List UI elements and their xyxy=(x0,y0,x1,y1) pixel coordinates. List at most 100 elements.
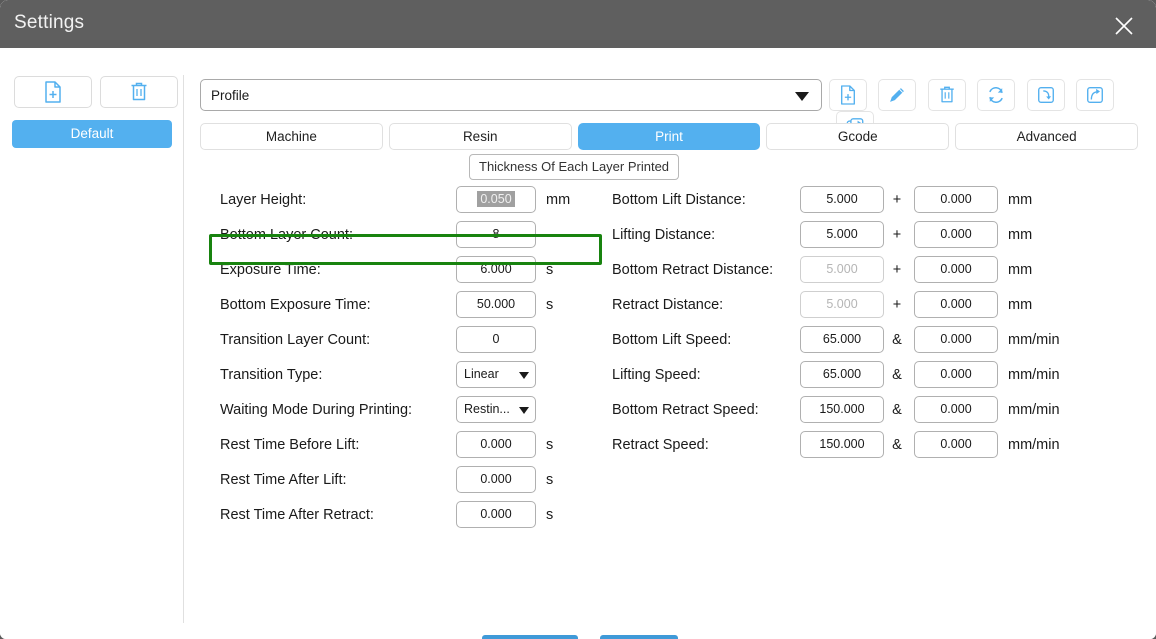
field-unit: mm xyxy=(546,192,571,208)
field-unit: mm/min xyxy=(1008,437,1060,453)
field-input-primary[interactable]: 65.000 xyxy=(800,361,884,388)
pencil-icon xyxy=(890,88,905,102)
settings-window: Settings Default Profile Machine Resin P… xyxy=(0,0,1156,639)
field-unit: mm/min xyxy=(1008,402,1060,418)
field-input-secondary[interactable]: 0.000 xyxy=(914,256,998,283)
delete-button[interactable] xyxy=(927,79,966,111)
field-input[interactable]: 6.000 xyxy=(456,256,536,283)
field-select-value: Restin... xyxy=(464,402,510,416)
field-input-primary: 5.000 xyxy=(800,256,884,283)
field-input[interactable]: 50.000 xyxy=(456,291,536,318)
field-select[interactable]: Restin... xyxy=(456,396,536,423)
refresh-button[interactable] xyxy=(977,79,1016,111)
export-button[interactable] xyxy=(1076,79,1115,111)
field-input-primary[interactable]: 65.000 xyxy=(800,326,884,353)
new-button[interactable] xyxy=(829,79,867,111)
form-row: Transition Layer Count: 0 xyxy=(204,326,604,361)
close-button[interactable] xyxy=(1102,4,1146,44)
field-label: Rest Time After Retract: xyxy=(220,507,374,523)
field-label: Retract Speed: xyxy=(612,437,709,453)
form-row: Layer Height: 0.050 mm xyxy=(204,186,604,221)
field-unit: mm xyxy=(1008,192,1033,208)
field-input-primary[interactable]: 5.000 xyxy=(800,186,884,213)
field-unit: mm xyxy=(1008,297,1033,313)
field-unit: s xyxy=(546,262,554,278)
field-label: Bottom Lift Speed: xyxy=(612,332,732,348)
field-label: Rest Time Before Lift: xyxy=(220,437,360,453)
field-input[interactable]: 0.000 xyxy=(456,466,536,493)
file-plus-icon xyxy=(45,81,61,103)
form-row: Bottom Retract Speed: 150.000 & 0.000 mm/min xyxy=(596,396,1156,431)
field-input-primary[interactable]: 150.000 xyxy=(800,431,884,458)
field-input-secondary[interactable]: 0.000 xyxy=(914,291,998,318)
import-button[interactable] xyxy=(1026,79,1065,111)
form-row: Bottom Lift Distance: 5.000 +0.000 mm xyxy=(596,186,1156,221)
form-row: Lifting Speed: 65.000 & 0.000 mm/min xyxy=(596,361,1156,396)
close-icon xyxy=(1115,17,1133,35)
chevron-down-icon xyxy=(795,92,809,101)
form-row: Bottom Retract Distance: 5.000 +0.000 mm xyxy=(596,256,1156,291)
tab-advanced[interactable]: Advanced xyxy=(955,123,1138,150)
form-row: Bottom Exposure Time: 50.000 s xyxy=(204,291,604,326)
field-input-secondary[interactable]: 0.000 xyxy=(914,186,998,213)
field-input-secondary[interactable]: 0.000 xyxy=(914,431,998,458)
field-input[interactable]: 0.000 xyxy=(456,431,536,458)
field-operator: + xyxy=(892,262,902,278)
field-operator: + xyxy=(892,227,902,243)
field-operator: + xyxy=(892,297,902,313)
form-row: Transition Type: Linear xyxy=(204,361,604,396)
field-label: Transition Layer Count: xyxy=(220,332,371,348)
bottom-action-bar xyxy=(0,635,1156,639)
form-row: Bottom Layer Count: 8 xyxy=(204,221,604,256)
field-unit: mm/min xyxy=(1008,332,1060,348)
field-input-primary[interactable]: 150.000 xyxy=(800,396,884,423)
field-input-secondary[interactable]: 0.000 xyxy=(914,326,998,353)
tab-gcode[interactable]: Gcode xyxy=(766,123,950,150)
tab-machine[interactable]: Machine xyxy=(200,123,383,150)
window-title: Settings xyxy=(14,12,85,33)
form-right-column: Bottom Lift Distance: 5.000 +0.000 mm Liftin… xyxy=(596,186,1156,466)
form-row: Waiting Mode During Printing: Restin... xyxy=(204,396,604,431)
delete-profile-button[interactable] xyxy=(100,76,179,108)
edit-button[interactable] xyxy=(878,79,917,111)
field-label: Lifting Speed: xyxy=(612,367,701,383)
tooltip: Thickness Of Each Layer Printed xyxy=(469,154,680,180)
field-input-secondary[interactable]: 0.000 xyxy=(914,221,998,248)
tab-print[interactable]: Print xyxy=(577,123,761,150)
form-row: Bottom Lift Speed: 65.000 & 0.000 mm/min xyxy=(596,326,1156,361)
export-arrow-icon xyxy=(1087,87,1104,103)
field-label: Lifting Distance: xyxy=(612,227,716,243)
field-input-primary[interactable]: 5.000 xyxy=(800,221,884,248)
trash-icon xyxy=(940,86,954,103)
field-unit: s xyxy=(546,507,554,523)
field-input-secondary[interactable]: 0.000 xyxy=(914,396,998,423)
field-operator: & xyxy=(892,332,902,348)
field-label: Bottom Layer Count: xyxy=(220,227,353,243)
profile-select[interactable]: Profile xyxy=(200,79,822,111)
field-input[interactable]: 0.050 xyxy=(456,186,536,213)
confirm-button-cutoff[interactable] xyxy=(482,635,578,639)
field-select-value: Linear xyxy=(464,367,499,381)
form-row: Rest Time After Lift: 0.000 s xyxy=(204,466,604,501)
settings-body: Default Profile Machine Resin Print Gcod… xyxy=(0,48,1156,639)
field-unit: s xyxy=(546,297,554,313)
cancel-button-cutoff[interactable] xyxy=(600,635,678,639)
field-label: Bottom Exposure Time: xyxy=(220,297,371,313)
field-unit: mm xyxy=(1008,262,1033,278)
field-select[interactable]: Linear xyxy=(456,361,536,388)
sidebar-button-row xyxy=(14,76,179,108)
field-operator: & xyxy=(892,402,902,418)
settings-main: Profile Machine Resin Print Gcode Advanc… xyxy=(184,48,1156,639)
field-input[interactable]: 8 xyxy=(456,221,536,248)
field-unit: mm xyxy=(1008,227,1033,243)
new-profile-button[interactable] xyxy=(14,76,92,108)
field-input[interactable]: 0 xyxy=(456,326,536,353)
tab-resin[interactable]: Resin xyxy=(388,123,572,150)
sidebar-profile-default[interactable]: Default xyxy=(12,120,172,148)
field-input[interactable]: 0.000 xyxy=(456,501,536,528)
field-input-secondary[interactable]: 0.000 xyxy=(914,361,998,388)
form-row: Rest Time After Retract: 0.000 s xyxy=(204,501,604,536)
field-input-value: 0.050 xyxy=(477,191,515,207)
title-bar: Settings xyxy=(0,0,1156,48)
chevron-down-icon xyxy=(519,407,529,414)
